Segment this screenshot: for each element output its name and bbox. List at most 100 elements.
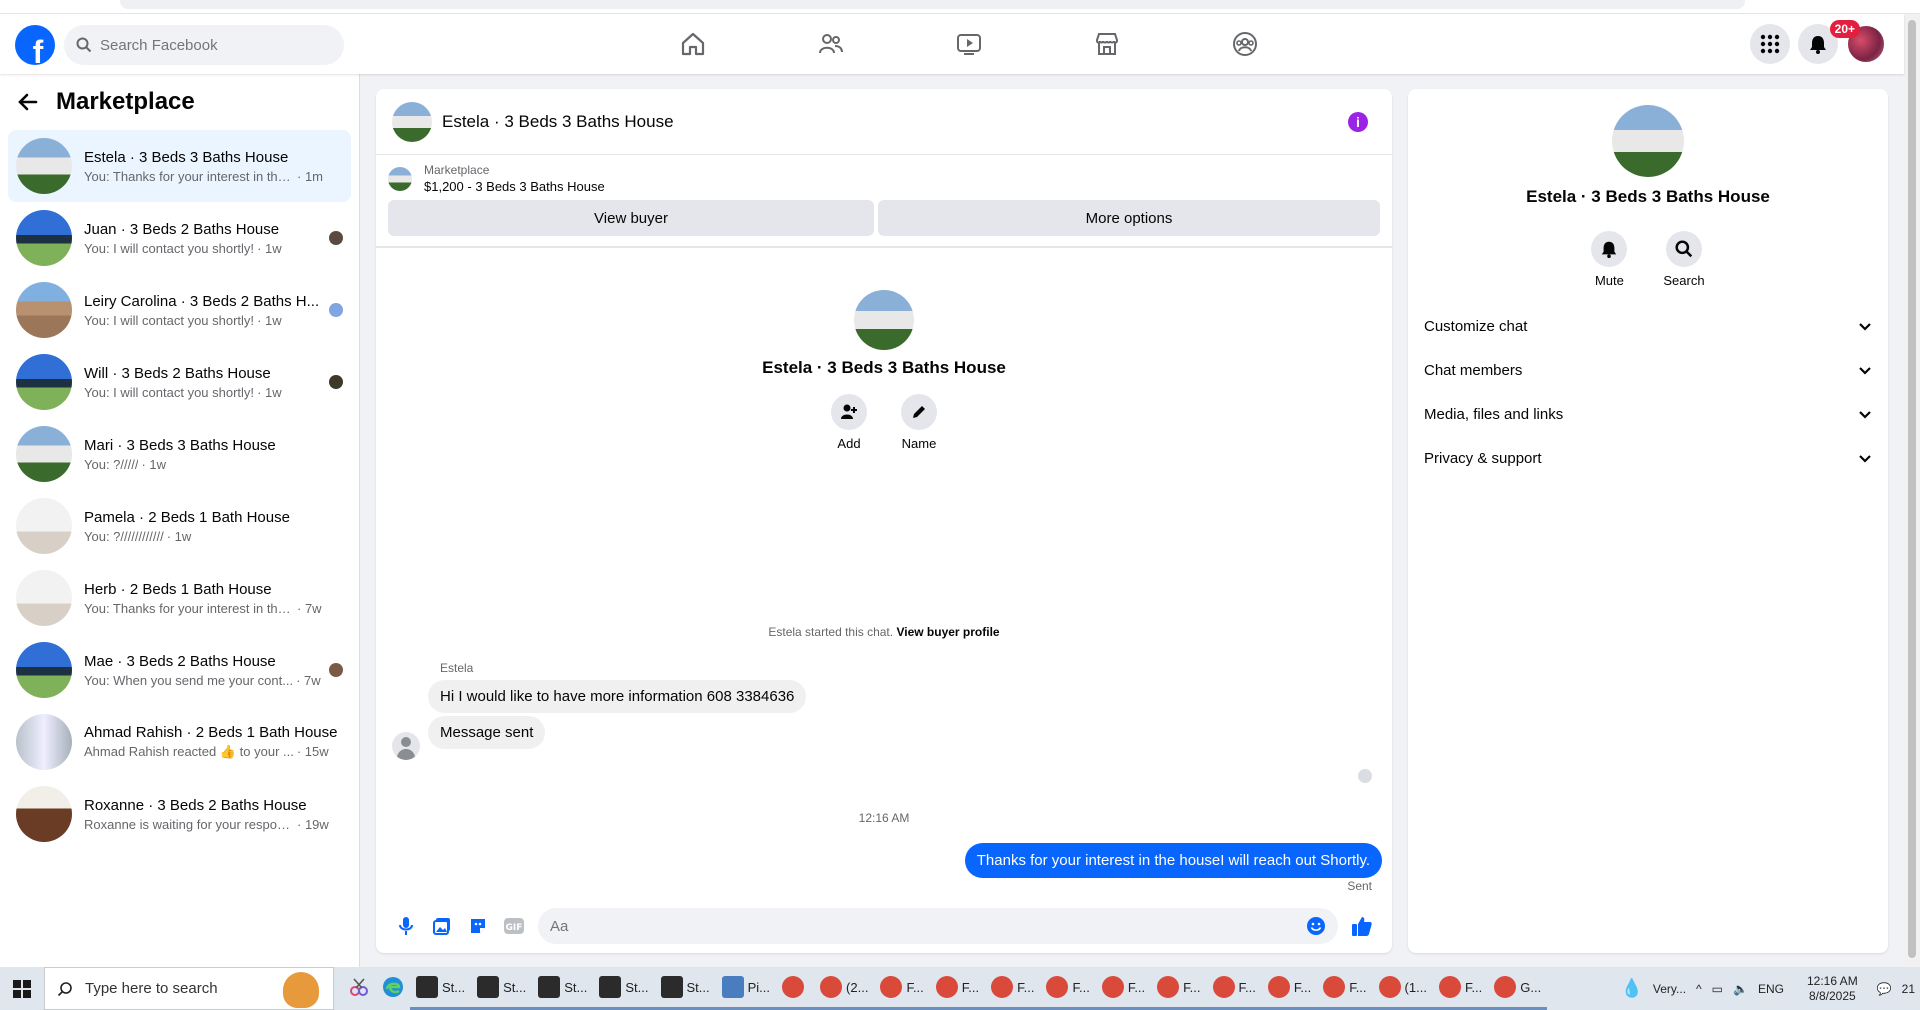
customize-chat-section[interactable]: Customize chat	[1416, 304, 1880, 348]
view-buyer-button[interactable]: View buyer	[388, 200, 874, 236]
taskbar-app[interactable]: St...	[593, 967, 655, 1010]
taskbar-app[interactable]: (2...	[814, 967, 875, 1010]
marketplace-tab[interactable]	[1038, 14, 1176, 74]
conversation-item[interactable]: Pamela · 2 Beds 1 Bath House You: ?//////…	[8, 490, 351, 562]
notification-center-icon[interactable]: 💬	[1877, 982, 1892, 996]
conversation-item[interactable]: Juan · 3 Beds 2 Baths House You: I will c…	[8, 202, 351, 274]
language-indicator[interactable]: ENG	[1758, 982, 1784, 996]
network-icon[interactable]: ▭	[1712, 982, 1723, 996]
taskbar-app[interactable]	[342, 967, 376, 1010]
taskbar-app[interactable]: F...	[1206, 967, 1262, 1010]
mute-label: Mute	[1594, 273, 1624, 288]
sticker-button[interactable]	[460, 908, 496, 944]
volume-icon[interactable]: 🔈	[1733, 982, 1748, 996]
privacy-support-section[interactable]: Privacy & support	[1416, 436, 1880, 480]
taskbar-app[interactable]: F...	[874, 967, 930, 1010]
taskbar-app[interactable]: F...	[1151, 967, 1207, 1010]
taskbar-app[interactable]: F...	[1261, 967, 1318, 1010]
taskbar-app[interactable]: G...	[1488, 967, 1548, 1010]
chat-title[interactable]: Estela · 3 Beds 3 Baths House	[442, 112, 674, 132]
chevron-up-icon[interactable]: ^	[1696, 982, 1702, 996]
gif-button[interactable]: GIF	[496, 908, 532, 944]
taskbar-app[interactable]: F...	[929, 967, 986, 1010]
notifications-button[interactable]: 20+	[1798, 20, 1860, 64]
message-input[interactable]	[550, 917, 1306, 935]
video-tab[interactable]	[900, 14, 1038, 74]
search-input[interactable]	[100, 36, 320, 54]
taskbar-app[interactable]: Pi...	[715, 967, 777, 1010]
conversation-item[interactable]: Leiry Carolina · 3 Beds 2 Baths H... You:…	[8, 274, 351, 346]
media-files-links-section[interactable]: Media, files and links	[1416, 392, 1880, 436]
attach-photo-button[interactable]	[424, 908, 460, 944]
like-button[interactable]	[1344, 908, 1380, 944]
conversation-item[interactable]: Ahmad Rahish · 2 Beds 1 Bath House Ahmad …	[8, 706, 351, 778]
facebook-logo-icon[interactable]: f	[15, 25, 55, 65]
more-options-button[interactable]: More options	[878, 200, 1380, 236]
taskbar-app[interactable]: F...	[1317, 967, 1373, 1010]
marketplace-label: Marketplace	[424, 163, 490, 177]
start-button[interactable]	[0, 967, 44, 1010]
chrome-icon	[1323, 976, 1346, 998]
name-chat-button[interactable]: Name	[901, 394, 937, 451]
view-buyer-profile-link[interactable]: View buyer profile	[896, 625, 999, 639]
message-input-box[interactable]	[538, 908, 1338, 944]
info-icon[interactable]: i	[1348, 112, 1368, 132]
taskbar-app[interactable]: St...	[532, 967, 594, 1010]
home-tab[interactable]	[624, 14, 762, 74]
taskbar-app[interactable]: F...	[1040, 967, 1096, 1010]
read-receipt-avatar	[1358, 769, 1372, 783]
chat-window: Estela · 3 Beds 3 Baths House i Marketpl…	[376, 89, 1392, 953]
snipping-tool-icon	[350, 978, 368, 996]
taskbar-app[interactable]: F...	[1432, 967, 1489, 1010]
page-scrollbar[interactable]	[1904, 14, 1920, 967]
taskbar-app-label: (1...	[1404, 979, 1427, 995]
menu-button[interactable]	[1750, 24, 1790, 64]
scrollbar-thumb[interactable]	[1908, 20, 1916, 958]
chat-members-section[interactable]: Chat members	[1416, 348, 1880, 392]
taskbar-search-placeholder: Type here to search	[85, 980, 218, 997]
taskbar-app[interactable]: St...	[471, 967, 533, 1010]
address-bar[interactable]	[120, 0, 1745, 9]
friends-tab[interactable]	[762, 14, 900, 74]
add-people-button[interactable]: Add	[831, 394, 867, 451]
conversation-item[interactable]: Herb · 2 Beds 1 Bath House You: Thanks fo…	[8, 562, 351, 634]
clock-time: 12:16 AM	[1806, 973, 1858, 988]
taskbar-search[interactable]: Type here to search	[44, 967, 334, 1010]
conversation-time: · 15w	[296, 744, 329, 759]
voice-clip-button[interactable]	[388, 908, 424, 944]
search-in-chat-button[interactable]: Search	[1663, 231, 1705, 288]
seen-avatar	[329, 375, 343, 389]
back-arrow-icon[interactable]	[18, 92, 38, 112]
emoji-icon[interactable]	[1306, 916, 1326, 936]
conversation-item[interactable]: Roxanne · 3 Beds 2 Baths House Roxanne is…	[8, 778, 351, 850]
incoming-message[interactable]: Hi I would like to have more information…	[428, 680, 807, 713]
incoming-message[interactable]: Message sent	[428, 716, 546, 749]
search-icon	[1675, 240, 1693, 258]
app-icon	[538, 976, 561, 998]
conversation-item[interactable]: Estela · 3 Beds 3 Baths House You: Thanks…	[8, 130, 351, 202]
microphone-icon	[399, 917, 413, 935]
search-box[interactable]	[64, 25, 344, 65]
conversation-item[interactable]: Mae · 3 Beds 2 Baths House You: When you …	[8, 634, 351, 706]
taskbar-app[interactable]: (1...	[1372, 967, 1433, 1010]
windows-logo-icon	[13, 979, 31, 998]
weather-icon[interactable]: 💧	[1620, 978, 1642, 999]
chat-profile-avatar	[854, 290, 914, 350]
taskbar-app[interactable]: St...	[410, 967, 472, 1010]
taskbar-app[interactable]: F...	[1095, 967, 1152, 1010]
taskbar-app[interactable]	[376, 967, 410, 1010]
listing-price[interactable]: $1,200 - 3 Beds 3 Baths House	[424, 179, 605, 194]
conversation-item[interactable]: Will · 3 Beds 2 Baths House You: I will c…	[8, 346, 351, 418]
taskbar-app[interactable]: F...	[985, 967, 1041, 1010]
groups-tab[interactable]	[1176, 14, 1314, 74]
conversation-item[interactable]: Mari · 3 Beds 3 Baths House You: ?/////· …	[8, 418, 351, 490]
taskbar-app[interactable]: St...	[654, 967, 716, 1010]
chrome-icon	[1267, 976, 1290, 998]
weather-text[interactable]: Very...	[1653, 982, 1686, 996]
search-icon	[57, 981, 72, 996]
chat-avatar[interactable]	[392, 101, 432, 142]
taskbar-app[interactable]	[776, 967, 815, 1010]
outgoing-message[interactable]: Thanks for your interest in the houseI w…	[964, 843, 1382, 878]
taskbar-clock[interactable]: 12:16 AM 8/8/2025	[1807, 974, 1858, 1004]
mute-button[interactable]: Mute	[1591, 231, 1628, 288]
